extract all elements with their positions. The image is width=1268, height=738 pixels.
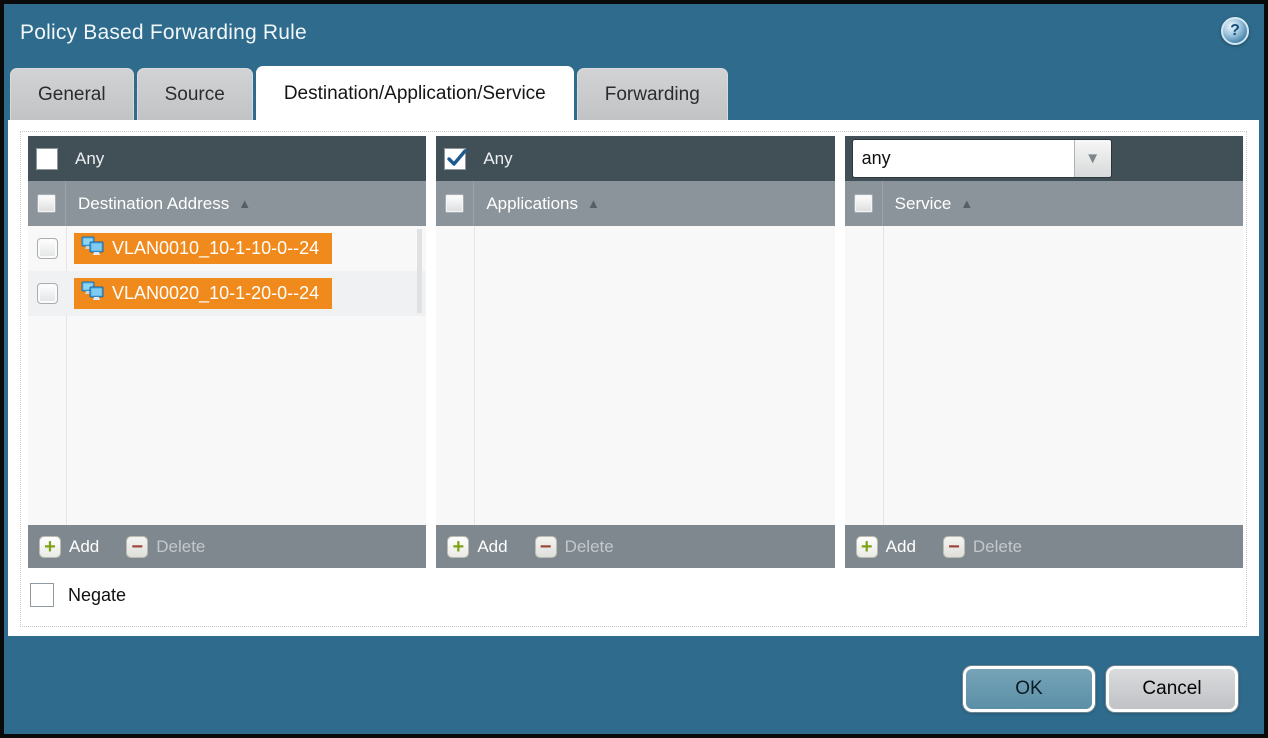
ok-button[interactable]: OK — [963, 666, 1095, 712]
tab-label: Destination/Application/Service — [284, 83, 546, 105]
tab-label: Source — [165, 84, 225, 106]
sort-asc-icon: ▲ — [238, 196, 251, 211]
applications-any-bar: Any — [436, 136, 834, 181]
destination-address-panel: Any Destination Address ▲ — [28, 136, 426, 568]
dialog-title: Policy Based Forwarding Rule — [20, 21, 307, 45]
applications-select-all-checkbox[interactable] — [445, 194, 464, 213]
cancel-button[interactable]: Cancel — [1106, 666, 1238, 712]
destination-list: VLAN0010_10-1-10-0--24 — [28, 226, 426, 525]
applications-any-checkbox[interactable] — [444, 148, 466, 170]
chevron-down-icon: ▼ — [1085, 150, 1100, 167]
destination-footer-bar: + Add − Delete — [28, 525, 426, 568]
add-label: Add — [477, 537, 507, 557]
destination-any-bar: Any — [28, 136, 426, 181]
column-divider — [474, 226, 475, 525]
address-object-chip[interactable]: VLAN0010_10-1-10-0--24 — [74, 233, 332, 264]
network-icon — [81, 236, 105, 261]
column-header-label: Service — [895, 194, 952, 214]
delete-icon: − — [535, 536, 557, 558]
service-panel: any ▼ Service ▲ — [845, 136, 1243, 568]
tab-bar: General Source Destination/Application/S… — [10, 66, 728, 120]
sort-asc-icon: ▲ — [587, 196, 600, 211]
policy-based-forwarding-dialog: Policy Based Forwarding Rule ? General S… — [4, 4, 1264, 734]
tab-forwarding[interactable]: Forwarding — [577, 68, 728, 120]
network-icon — [81, 281, 105, 306]
help-glyph: ? — [1230, 22, 1240, 40]
applications-panel: Any Applications ▲ + Add — [436, 136, 834, 568]
sort-asc-icon: ▲ — [960, 196, 973, 211]
ok-button-label: OK — [1015, 678, 1042, 700]
list-item[interactable]: VLAN0010_10-1-10-0--24 — [28, 226, 426, 271]
tab-label: Forwarding — [605, 84, 700, 106]
column-header-label: Destination Address — [78, 194, 229, 214]
service-select-all-checkbox[interactable] — [854, 194, 873, 213]
service-delete-button[interactable]: − Delete — [943, 536, 1022, 558]
address-object-chip[interactable]: VLAN0020_10-1-20-0--24 — [74, 278, 332, 309]
delete-label: Delete — [156, 537, 205, 557]
address-object-label: VLAN0010_10-1-10-0--24 — [112, 238, 319, 259]
service-any-bar: any ▼ — [845, 136, 1243, 181]
negate-label: Negate — [68, 585, 126, 606]
cancel-button-label: Cancel — [1142, 678, 1201, 700]
applications-footer-bar: + Add − Delete — [436, 525, 834, 568]
add-icon: + — [39, 536, 61, 558]
applications-add-button[interactable]: + Add — [447, 536, 507, 558]
applications-any-label: Any — [483, 149, 512, 169]
check-icon — [446, 148, 468, 170]
add-icon: + — [856, 536, 878, 558]
destination-select-all-checkbox[interactable] — [37, 194, 56, 213]
add-label: Add — [886, 537, 916, 557]
destination-add-button[interactable]: + Add — [39, 536, 99, 558]
row-checkbox[interactable] — [37, 283, 58, 304]
list-item[interactable]: VLAN0020_10-1-20-0--24 — [28, 271, 426, 316]
applications-column-header[interactable]: Applications ▲ — [436, 181, 834, 226]
destination-column-header[interactable]: Destination Address ▲ — [28, 181, 426, 226]
row-checkbox[interactable] — [37, 238, 58, 259]
scrollbar[interactable] — [417, 229, 422, 313]
service-add-button[interactable]: + Add — [856, 536, 916, 558]
column-divider — [883, 226, 884, 525]
select-all-cell — [845, 181, 883, 226]
service-footer-bar: + Add − Delete — [845, 525, 1243, 568]
delete-label: Delete — [565, 537, 614, 557]
row-checkbox-cell — [28, 271, 66, 316]
destination-any-label: Any — [75, 149, 104, 169]
tab-panel-body: Any Destination Address ▲ — [8, 120, 1259, 636]
applications-list — [436, 226, 834, 525]
panels-container: Any Destination Address ▲ — [28, 136, 1243, 568]
column-header-label: Applications — [486, 194, 578, 214]
delete-icon: − — [943, 536, 965, 558]
applications-delete-button[interactable]: − Delete — [535, 536, 614, 558]
tab-label: General — [38, 84, 106, 106]
negate-row: Negate — [30, 583, 126, 607]
destination-any-checkbox[interactable] — [36, 148, 58, 170]
help-icon[interactable]: ? — [1221, 17, 1249, 45]
destination-delete-button[interactable]: − Delete — [126, 536, 205, 558]
tab-destination-application-service[interactable]: Destination/Application/Service — [256, 66, 574, 120]
tab-source[interactable]: Source — [137, 68, 253, 120]
add-icon: + — [447, 536, 469, 558]
select-all-cell — [436, 181, 474, 226]
add-label: Add — [69, 537, 99, 557]
select-all-cell — [28, 181, 66, 226]
delete-icon: − — [126, 536, 148, 558]
row-checkbox-cell — [28, 226, 66, 271]
address-object-label: VLAN0020_10-1-20-0--24 — [112, 283, 319, 304]
service-column-header[interactable]: Service ▲ — [845, 181, 1243, 226]
negate-checkbox[interactable] — [30, 583, 54, 607]
service-list — [845, 226, 1243, 525]
delete-label: Delete — [973, 537, 1022, 557]
service-dropdown-value[interactable]: any — [853, 140, 1074, 177]
dropdown-button[interactable]: ▼ — [1074, 140, 1111, 177]
tab-general[interactable]: General — [10, 68, 134, 120]
service-dropdown[interactable]: any ▼ — [853, 140, 1111, 177]
